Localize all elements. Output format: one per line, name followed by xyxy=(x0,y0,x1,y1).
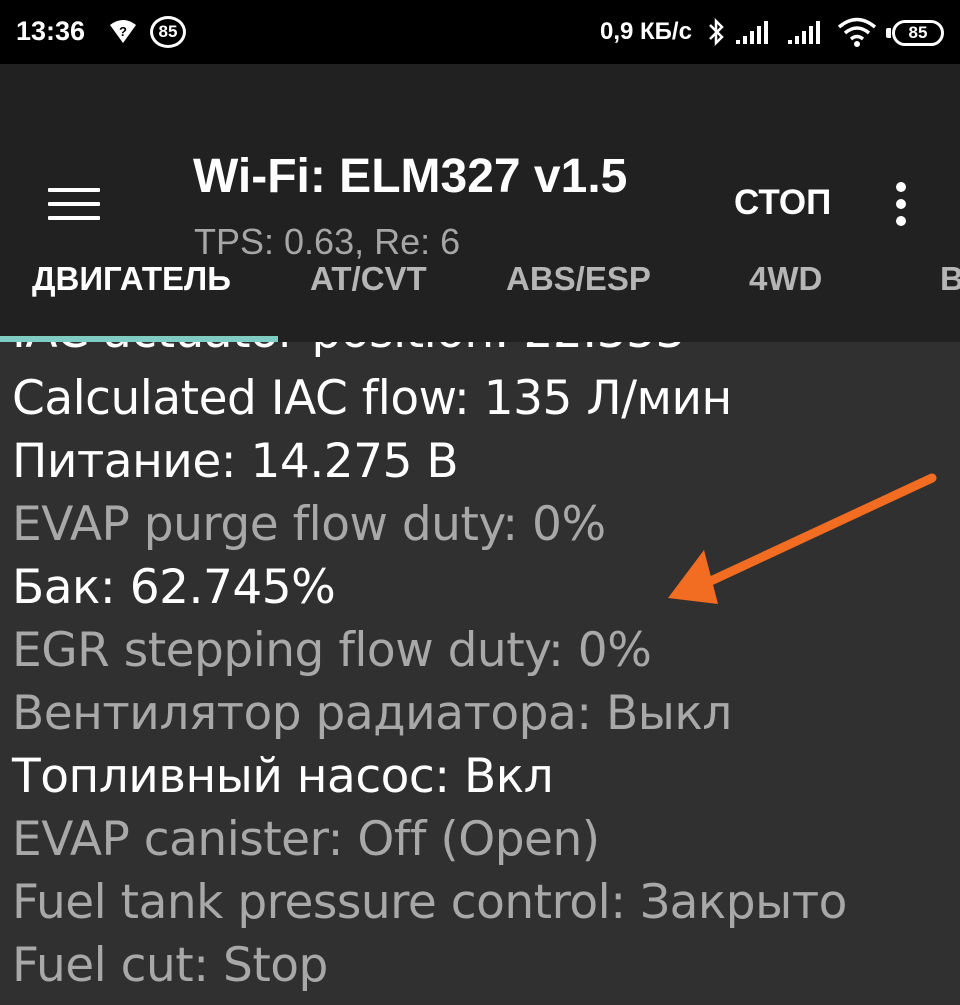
notification-badge: 85 xyxy=(150,16,186,48)
network-speed: 0,9 КБ/с xyxy=(600,18,692,45)
param-fuel-pump: Топливный насос: Вкл xyxy=(12,749,554,804)
wifi-icon xyxy=(837,17,877,47)
wifi-question-icon: ? xyxy=(110,20,136,43)
parameters-list[interactable]: IAC actuator position: 22.353 ° Calculat… xyxy=(0,342,960,1005)
param-evap-purge: EVAP purge flow duty: 0% xyxy=(12,497,606,552)
param-supply-voltage: Питание: 14.275 В xyxy=(12,434,459,489)
param-radiator-fan: Вентилятор радиатора: Выкл xyxy=(12,686,732,741)
battery-icon: 85 xyxy=(886,20,944,46)
hamburger-menu-icon[interactable] xyxy=(48,188,100,220)
param-evap-canister: EVAP canister: Off (Open) xyxy=(12,812,600,867)
tab-at-cvt[interactable]: AT/CVT xyxy=(310,260,427,298)
status-bar: 13:36 ? 85 0,9 КБ/с 85 xyxy=(0,0,960,64)
more-vert-icon[interactable] xyxy=(893,182,909,228)
param-iac-position: IAC actuator position: 22.353 ° xyxy=(12,342,723,362)
param-egr-stepping: EGR stepping flow duty: 0% xyxy=(12,623,652,678)
tab-bar: ДВИГАТЕЛЬ AT/CVT ABS/ESP 4WD B xyxy=(0,248,960,342)
bluetooth-icon xyxy=(709,17,724,47)
stop-button[interactable]: СТОП xyxy=(734,183,831,223)
tab-abs-esp[interactable]: ABS/ESP xyxy=(506,260,651,298)
svg-text:?: ? xyxy=(119,24,127,39)
status-time: 13:36 xyxy=(16,16,86,46)
param-tank-pressure: Fuel tank pressure control: Закрыто xyxy=(12,875,847,930)
battery-level: 85 xyxy=(892,20,944,46)
tab-partial[interactable]: B xyxy=(940,260,960,298)
param-iac-flow: Calculated IAC flow: 135 Л/мин xyxy=(12,371,732,426)
param-fuel-cut: Fuel cut: Stop xyxy=(12,938,328,993)
tab-engine[interactable]: ДВИГАТЕЛЬ xyxy=(32,260,231,298)
param-fuel-tank: Бак: 62.745% xyxy=(12,560,336,615)
signal-icon xyxy=(788,21,820,44)
tab-4wd[interactable]: 4WD xyxy=(749,260,822,298)
connection-title: Wi-Fi: ELM327 v1.5 xyxy=(193,150,628,203)
signal-icon xyxy=(736,21,768,44)
annotation-arrow-icon xyxy=(668,473,937,604)
